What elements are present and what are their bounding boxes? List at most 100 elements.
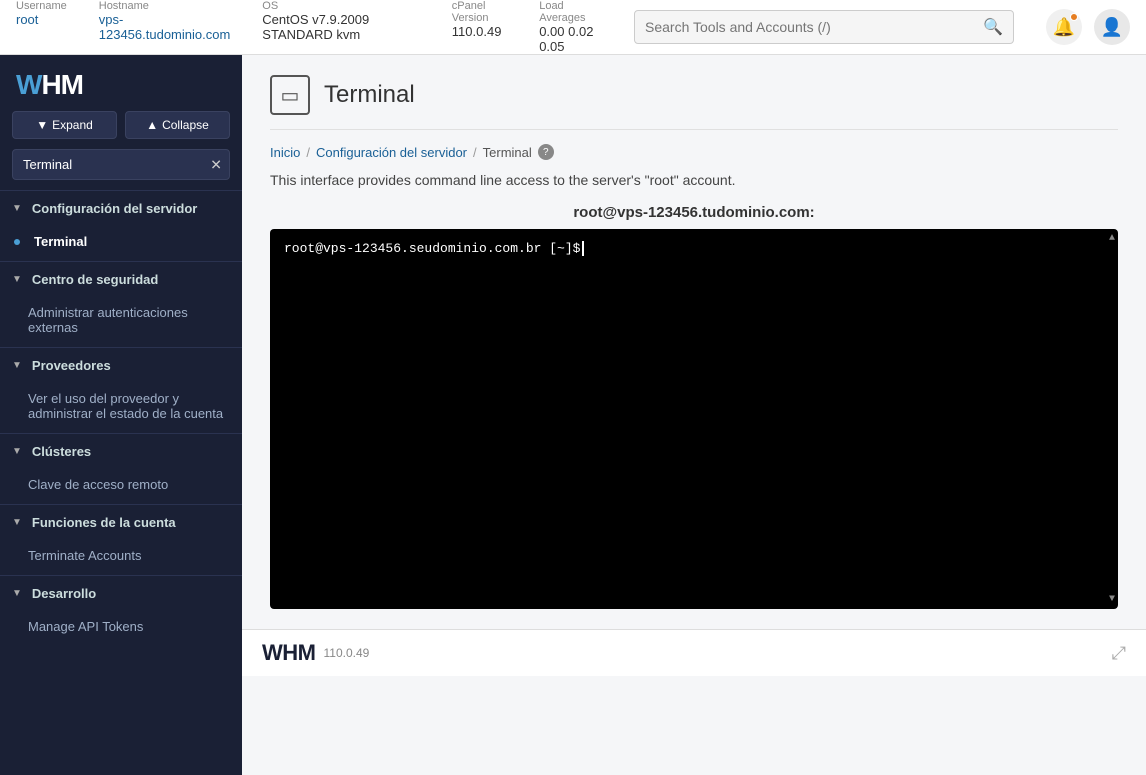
username-value: root: [16, 12, 67, 27]
content-inner: ▭ Terminal Inicio / Configuración del se…: [242, 55, 1146, 629]
terminal-icon: ▭: [281, 83, 300, 108]
sidebar-section-config-server-items: Terminal: [0, 226, 242, 261]
whm-logo-text: WHM: [16, 69, 83, 101]
sidebar-section-account-functions-items: Terminate Accounts: [0, 540, 242, 575]
chevron-down-icon: ▼: [12, 203, 22, 214]
sidebar-section-account-functions: ▼ Funciones de la cuenta Terminate Accou…: [0, 504, 242, 575]
sidebar-section-providers: ▼ Proveedores Ver el uso del proveedor y…: [0, 347, 242, 433]
os-meta: OS CentOS v7.9.2009 STANDARD kvm: [262, 0, 420, 54]
help-icon[interactable]: ?: [538, 144, 554, 160]
expand-icon: ▼: [36, 118, 48, 132]
collapse-button[interactable]: ▲ Collapse: [125, 111, 230, 139]
top-bar: Username root Hostname vps-123456.tudomi…: [0, 0, 1146, 55]
terminal-label: root@vps-123456.tudominio.com:: [270, 204, 1118, 221]
footer-logo-text: WHM: [262, 640, 315, 666]
cpanel-meta: cPanel Version 110.0.49: [452, 0, 507, 54]
sidebar-item-terminal-label: Terminal: [34, 234, 87, 249]
load-value: 0.00 0.02 0.05: [539, 24, 602, 54]
notifications-button[interactable]: 🔔: [1046, 9, 1082, 45]
sidebar-section-providers-items: Ver el uso del proveedor y administrar e…: [0, 383, 242, 433]
load-label: Load Averages: [539, 0, 602, 24]
sidebar-item-remote-access-label: Clave de acceso remoto: [28, 477, 168, 492]
chevron-down-icon: ▼: [12, 360, 22, 371]
server-meta: Username root Hostname vps-123456.tudomi…: [16, 0, 602, 54]
sidebar-controls: ▼ Expand ▲ Collapse: [0, 111, 242, 149]
sidebar-section-account-functions-header[interactable]: ▼ Funciones de la cuenta: [0, 505, 242, 540]
sidebar-section-development-header[interactable]: ▼ Desarrollo: [0, 576, 242, 611]
page-title: Terminal: [324, 81, 415, 109]
main-layout: WHM ▼ Expand ▲ Collapse ✕ ▼ Configuració…: [0, 55, 1146, 775]
sidebar-item-manage-api-label: Manage API Tokens: [28, 619, 143, 634]
chevron-down-icon: ▼: [12, 446, 22, 457]
page-description: This interface provides command line acc…: [270, 172, 1118, 188]
breadcrumb-server-link[interactable]: Configuración del servidor: [316, 145, 467, 160]
sidebar-item-auth-external-label: Administrar autenticaciones externas: [28, 305, 230, 335]
username-meta: Username root: [16, 0, 67, 54]
load-meta: Load Averages 0.00 0.02 0.05: [539, 0, 602, 54]
user-menu-button[interactable]: 👤: [1094, 9, 1130, 45]
footer-logo: WHM 110.0.49: [262, 640, 369, 666]
footer-action-icon[interactable]: ⤢: [1112, 643, 1126, 664]
sidebar-item-provider-status-label: Ver el uso del proveedor y administrar e…: [28, 391, 230, 421]
sidebar-section-providers-header[interactable]: ▼ Proveedores: [0, 348, 242, 383]
sidebar-item-manage-api[interactable]: Manage API Tokens: [0, 611, 242, 642]
os-value: CentOS v7.9.2009 STANDARD kvm: [262, 12, 420, 42]
sidebar-section-account-functions-label: Funciones de la cuenta: [32, 515, 176, 530]
hostname-value: vps-123456.tudominio.com: [99, 12, 231, 42]
hostname-label: Hostname: [99, 0, 231, 12]
sidebar-section-security-items: Administrar autenticaciones externas: [0, 297, 242, 347]
sidebar-item-provider-status[interactable]: Ver el uso del proveedor y administrar e…: [0, 383, 242, 429]
search-icon: 🔍: [983, 17, 1003, 37]
sidebar-section-clusters-items: Clave de acceso remoto: [0, 469, 242, 504]
sidebar-section-clusters-label: Clústeres: [32, 444, 91, 459]
sidebar-section-security: ▼ Centro de seguridad Administrar autent…: [0, 261, 242, 347]
breadcrumb-home-link[interactable]: Inicio: [270, 145, 300, 160]
sidebar-section-config-server-label: Configuración del servidor: [32, 201, 197, 216]
footer-version: 110.0.49: [323, 646, 369, 660]
sidebar-section-security-header[interactable]: ▼ Centro de seguridad: [0, 262, 242, 297]
sidebar-item-remote-access[interactable]: Clave de acceso remoto: [0, 469, 242, 500]
terminal-cursor: [582, 241, 584, 256]
scroll-down-icon[interactable]: ▼: [1108, 594, 1116, 605]
sidebar-section-config-server: ▼ Configuración del servidor Terminal: [0, 190, 242, 261]
breadcrumb-sep-1: /: [306, 145, 310, 160]
topbar-actions: 🔔 👤: [1046, 9, 1130, 45]
sidebar-item-terminal[interactable]: Terminal: [0, 226, 242, 257]
sidebar-logo: WHM: [0, 55, 242, 111]
breadcrumb-current: Terminal: [483, 145, 532, 160]
cpanel-label: cPanel Version: [452, 0, 507, 24]
terminal-window[interactable]: root@vps-123456.seudominio.com.br [~]$ ▲…: [270, 229, 1118, 609]
sidebar-section-config-server-header[interactable]: ▼ Configuración del servidor: [0, 191, 242, 226]
sidebar-section-clusters: ▼ Clústeres Clave de acceso remoto: [0, 433, 242, 504]
terminal-scrollbar[interactable]: ▲ ▼: [1108, 229, 1116, 609]
cpanel-value: 110.0.49: [452, 24, 507, 39]
collapse-label: Collapse: [162, 118, 209, 132]
expand-label: Expand: [52, 118, 93, 132]
hostname-meta: Hostname vps-123456.tudominio.com: [99, 0, 231, 54]
username-label: Username: [16, 0, 67, 12]
search-bar[interactable]: 🔍: [634, 10, 1014, 44]
sidebar-item-terminate-accounts[interactable]: Terminate Accounts: [0, 540, 242, 571]
collapse-icon: ▲: [146, 118, 158, 132]
search-input[interactable]: [645, 19, 975, 35]
breadcrumb: Inicio / Configuración del servidor / Te…: [270, 144, 1118, 160]
sidebar-item-auth-external[interactable]: Administrar autenticaciones externas: [0, 297, 242, 343]
sidebar-item-terminate-accounts-label: Terminate Accounts: [28, 548, 141, 563]
sidebar-section-security-label: Centro de seguridad: [32, 272, 158, 287]
sidebar-search-clear-button[interactable]: ✕: [210, 156, 222, 173]
terminal-page-icon: ▭: [270, 75, 310, 115]
sidebar-section-clusters-header[interactable]: ▼ Clústeres: [0, 434, 242, 469]
sidebar: WHM ▼ Expand ▲ Collapse ✕ ▼ Configuració…: [0, 55, 242, 775]
chevron-down-icon: ▼: [12, 517, 22, 528]
sidebar-section-providers-label: Proveedores: [32, 358, 111, 373]
chevron-down-icon: ▼: [12, 274, 22, 285]
sidebar-search[interactable]: ✕: [12, 149, 230, 180]
active-dot-icon: [14, 239, 20, 245]
scroll-up-icon[interactable]: ▲: [1108, 233, 1116, 244]
footer-bar: WHM 110.0.49 ⤢: [242, 629, 1146, 676]
os-label: OS: [262, 0, 420, 12]
sidebar-search-input[interactable]: [12, 149, 230, 180]
expand-button[interactable]: ▼ Expand: [12, 111, 117, 139]
sidebar-section-development-items: Manage API Tokens: [0, 611, 242, 646]
terminal-prompt-text: root@vps-123456.seudominio.com.br [~]$: [284, 241, 580, 256]
